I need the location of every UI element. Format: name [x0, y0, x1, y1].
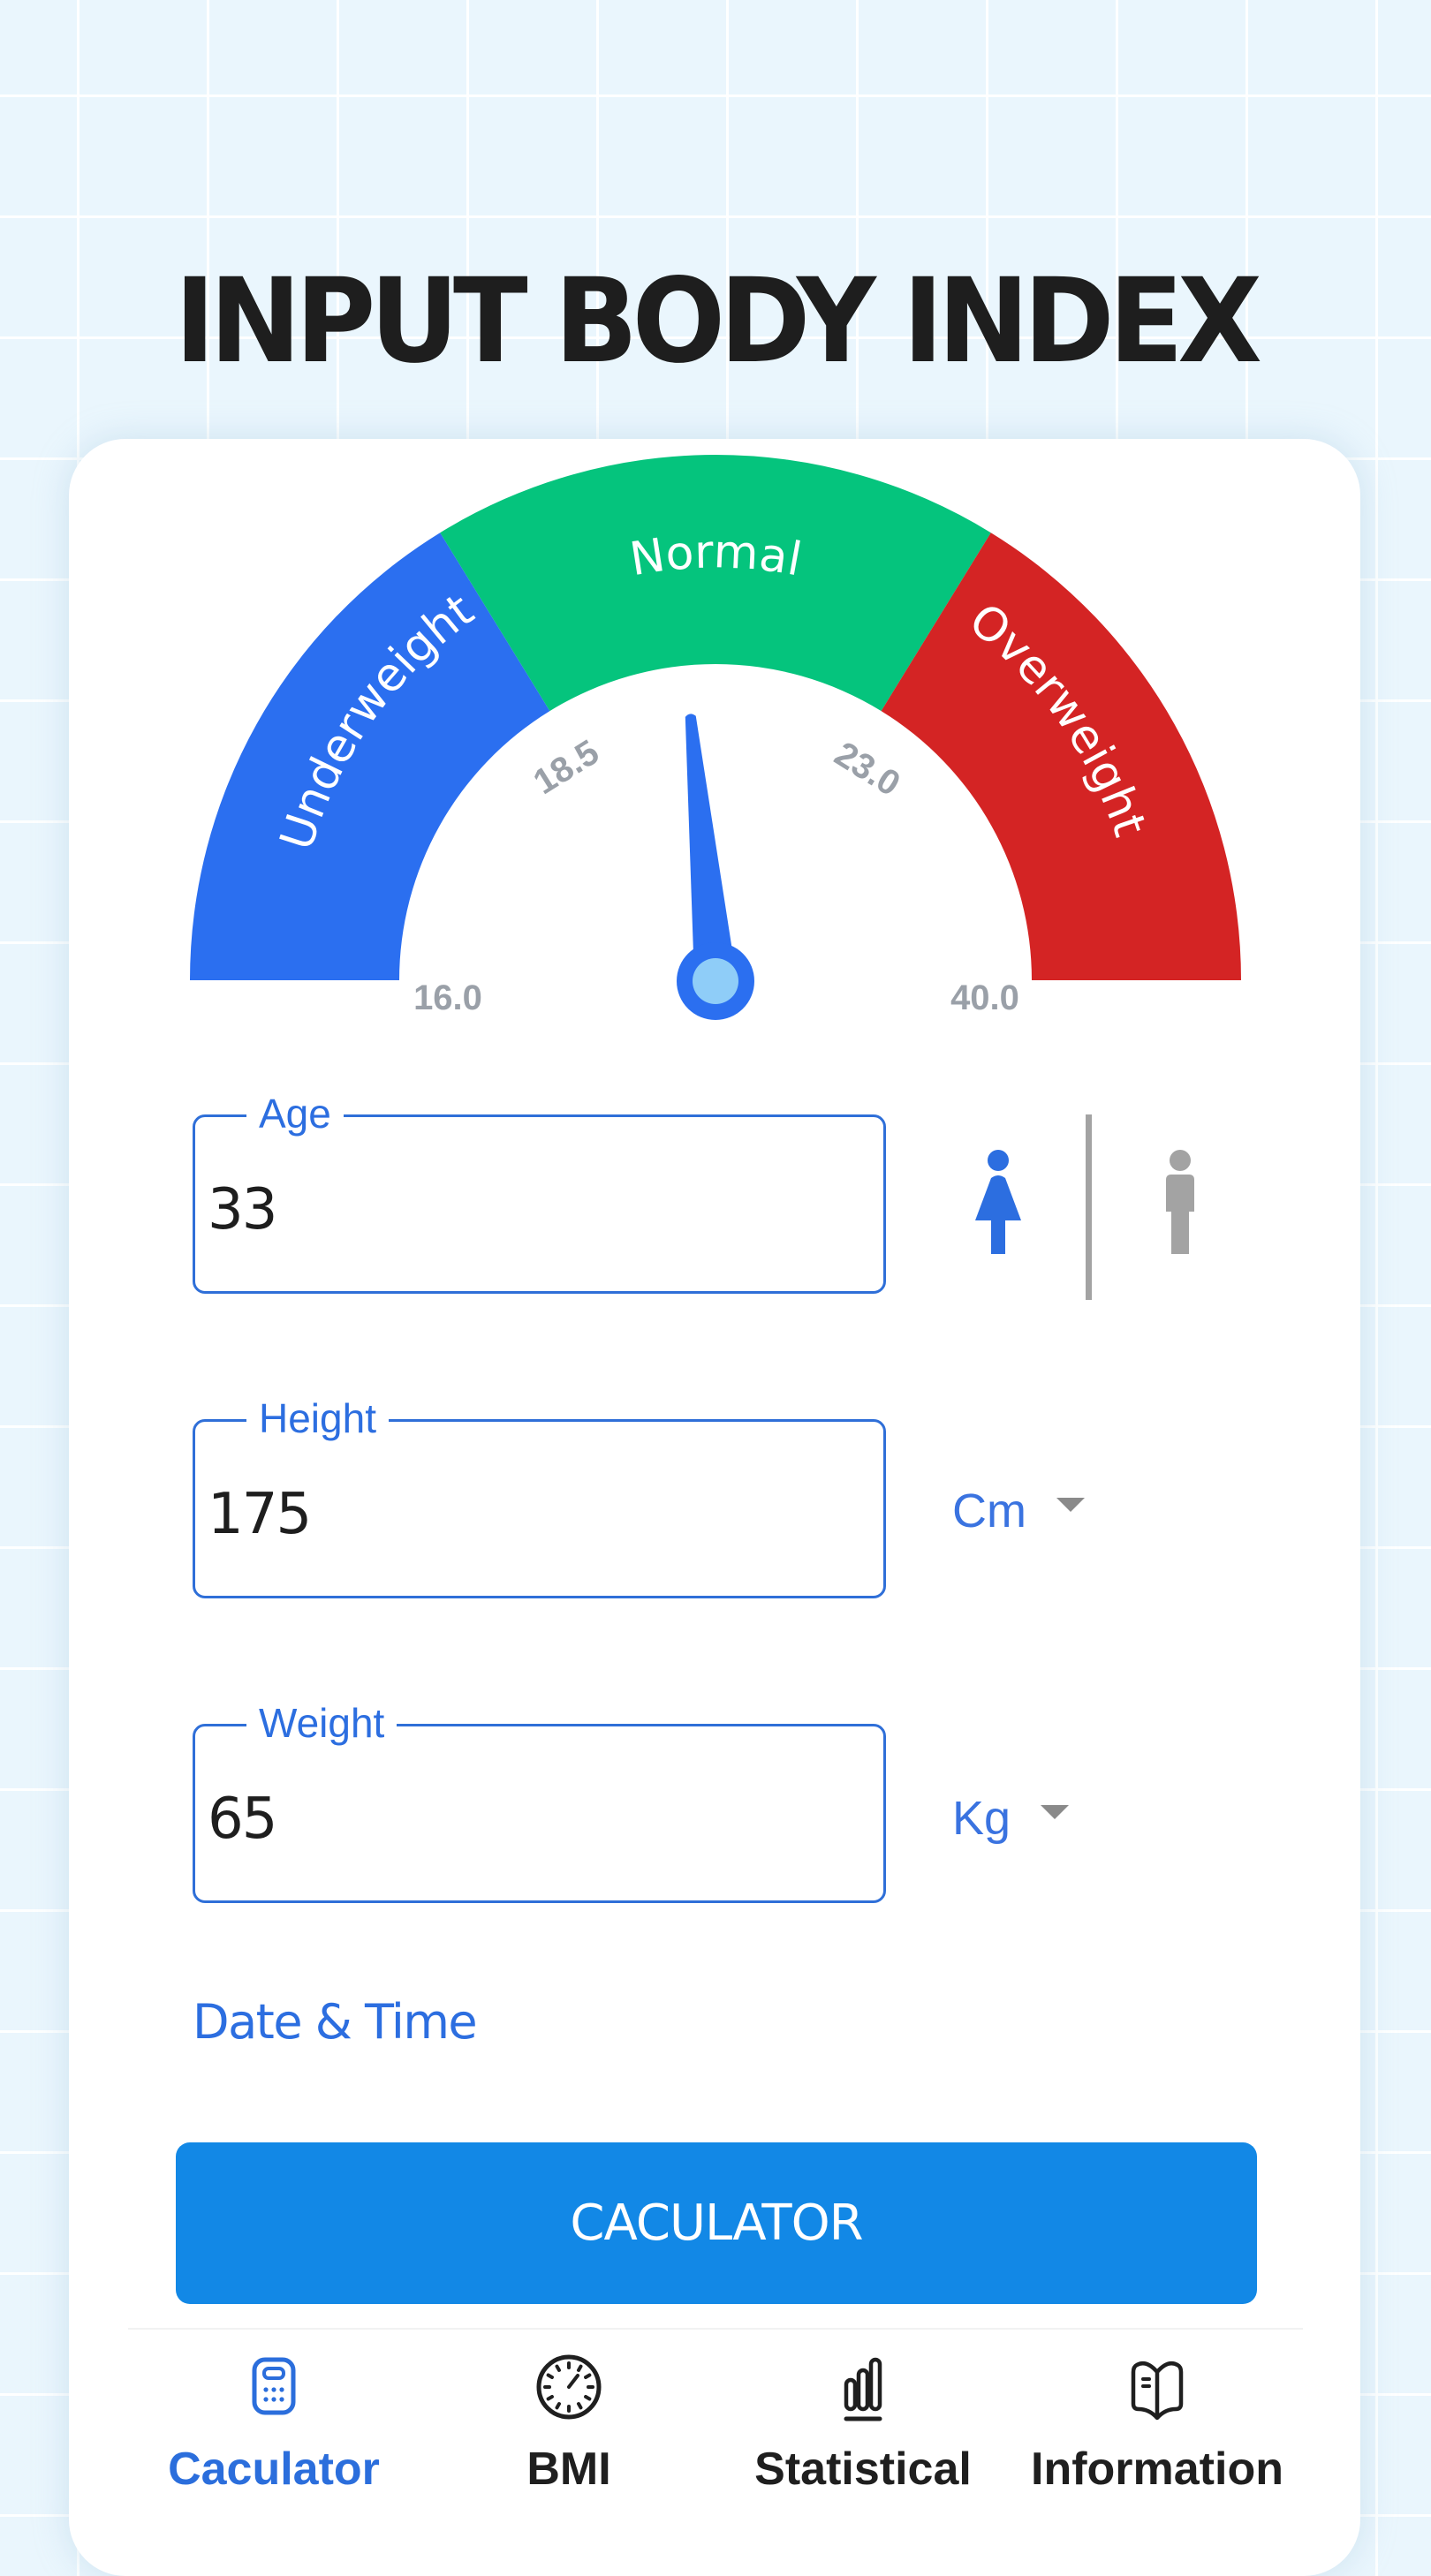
- weight-field: Weight: [193, 1696, 886, 1903]
- tick-label-min: 16.0: [413, 978, 482, 1017]
- gauge-icon: [536, 2354, 602, 2420]
- nav-item-caculator[interactable]: Caculator: [132, 2349, 415, 2496]
- book-icon: [1131, 2361, 1184, 2421]
- weight-label: Weight: [246, 1696, 398, 1749]
- age-field: Age: [193, 1087, 886, 1294]
- nav-item-information[interactable]: Information: [1016, 2349, 1298, 2496]
- chevron-down-icon: [1056, 1498, 1085, 1512]
- bottom-nav-divider: [128, 2328, 1303, 2330]
- nav-label: BMI: [526, 2444, 611, 2495]
- page-title: INPUT BODY INDEX: [174, 253, 1262, 390]
- height-unit-value: Cm: [952, 1484, 1026, 1537]
- needle-hub-center: [693, 958, 738, 1004]
- age-label: Age: [246, 1087, 344, 1140]
- weight-unit-value: Kg: [952, 1792, 1011, 1845]
- dial-tick: [555, 2364, 561, 2372]
- weight-input[interactable]: [208, 1787, 826, 1852]
- height-field: Height: [193, 1392, 886, 1598]
- bar-chart-icon: [844, 2357, 882, 2421]
- dial-tick: [577, 2402, 583, 2410]
- calculate-button[interactable]: CACULATOR: [176, 2142, 1257, 2304]
- height-input[interactable]: [208, 1482, 826, 1547]
- nav-label: Information: [1031, 2444, 1283, 2495]
- gender-divider: [1086, 1114, 1092, 1300]
- bottom-nav: Caculator BMI Statistical Information: [0, 2349, 1431, 2543]
- dial-tick: [584, 2395, 592, 2401]
- chevron-down-icon: [1041, 1805, 1070, 1819]
- male-icon[interactable]: [1143, 1148, 1217, 1263]
- nav-item-bmi[interactable]: BMI: [428, 2349, 710, 2496]
- weight-unit-select[interactable]: Kg: [952, 1791, 1070, 1846]
- age-input[interactable]: [208, 1177, 826, 1243]
- dial-tick: [546, 2373, 554, 2379]
- dial-tick: [555, 2402, 561, 2410]
- tick-label-max: 40.0: [950, 978, 1019, 1017]
- nav-label: Statistical: [754, 2444, 972, 2495]
- dial-tick: [584, 2373, 592, 2379]
- date-time-link[interactable]: Date & Time: [193, 1994, 478, 2050]
- female-icon[interactable]: [961, 1148, 1035, 1263]
- height-unit-select[interactable]: Cm: [952, 1484, 1085, 1538]
- height-label: Height: [246, 1392, 389, 1445]
- nav-label: Caculator: [168, 2444, 380, 2495]
- dial-tick: [546, 2395, 554, 2401]
- calculator-icon: [252, 2357, 296, 2415]
- segment-label-normal: Normal: [626, 525, 806, 586]
- nav-item-statistical[interactable]: Statistical: [722, 2349, 1004, 2496]
- dial-tick: [577, 2364, 583, 2372]
